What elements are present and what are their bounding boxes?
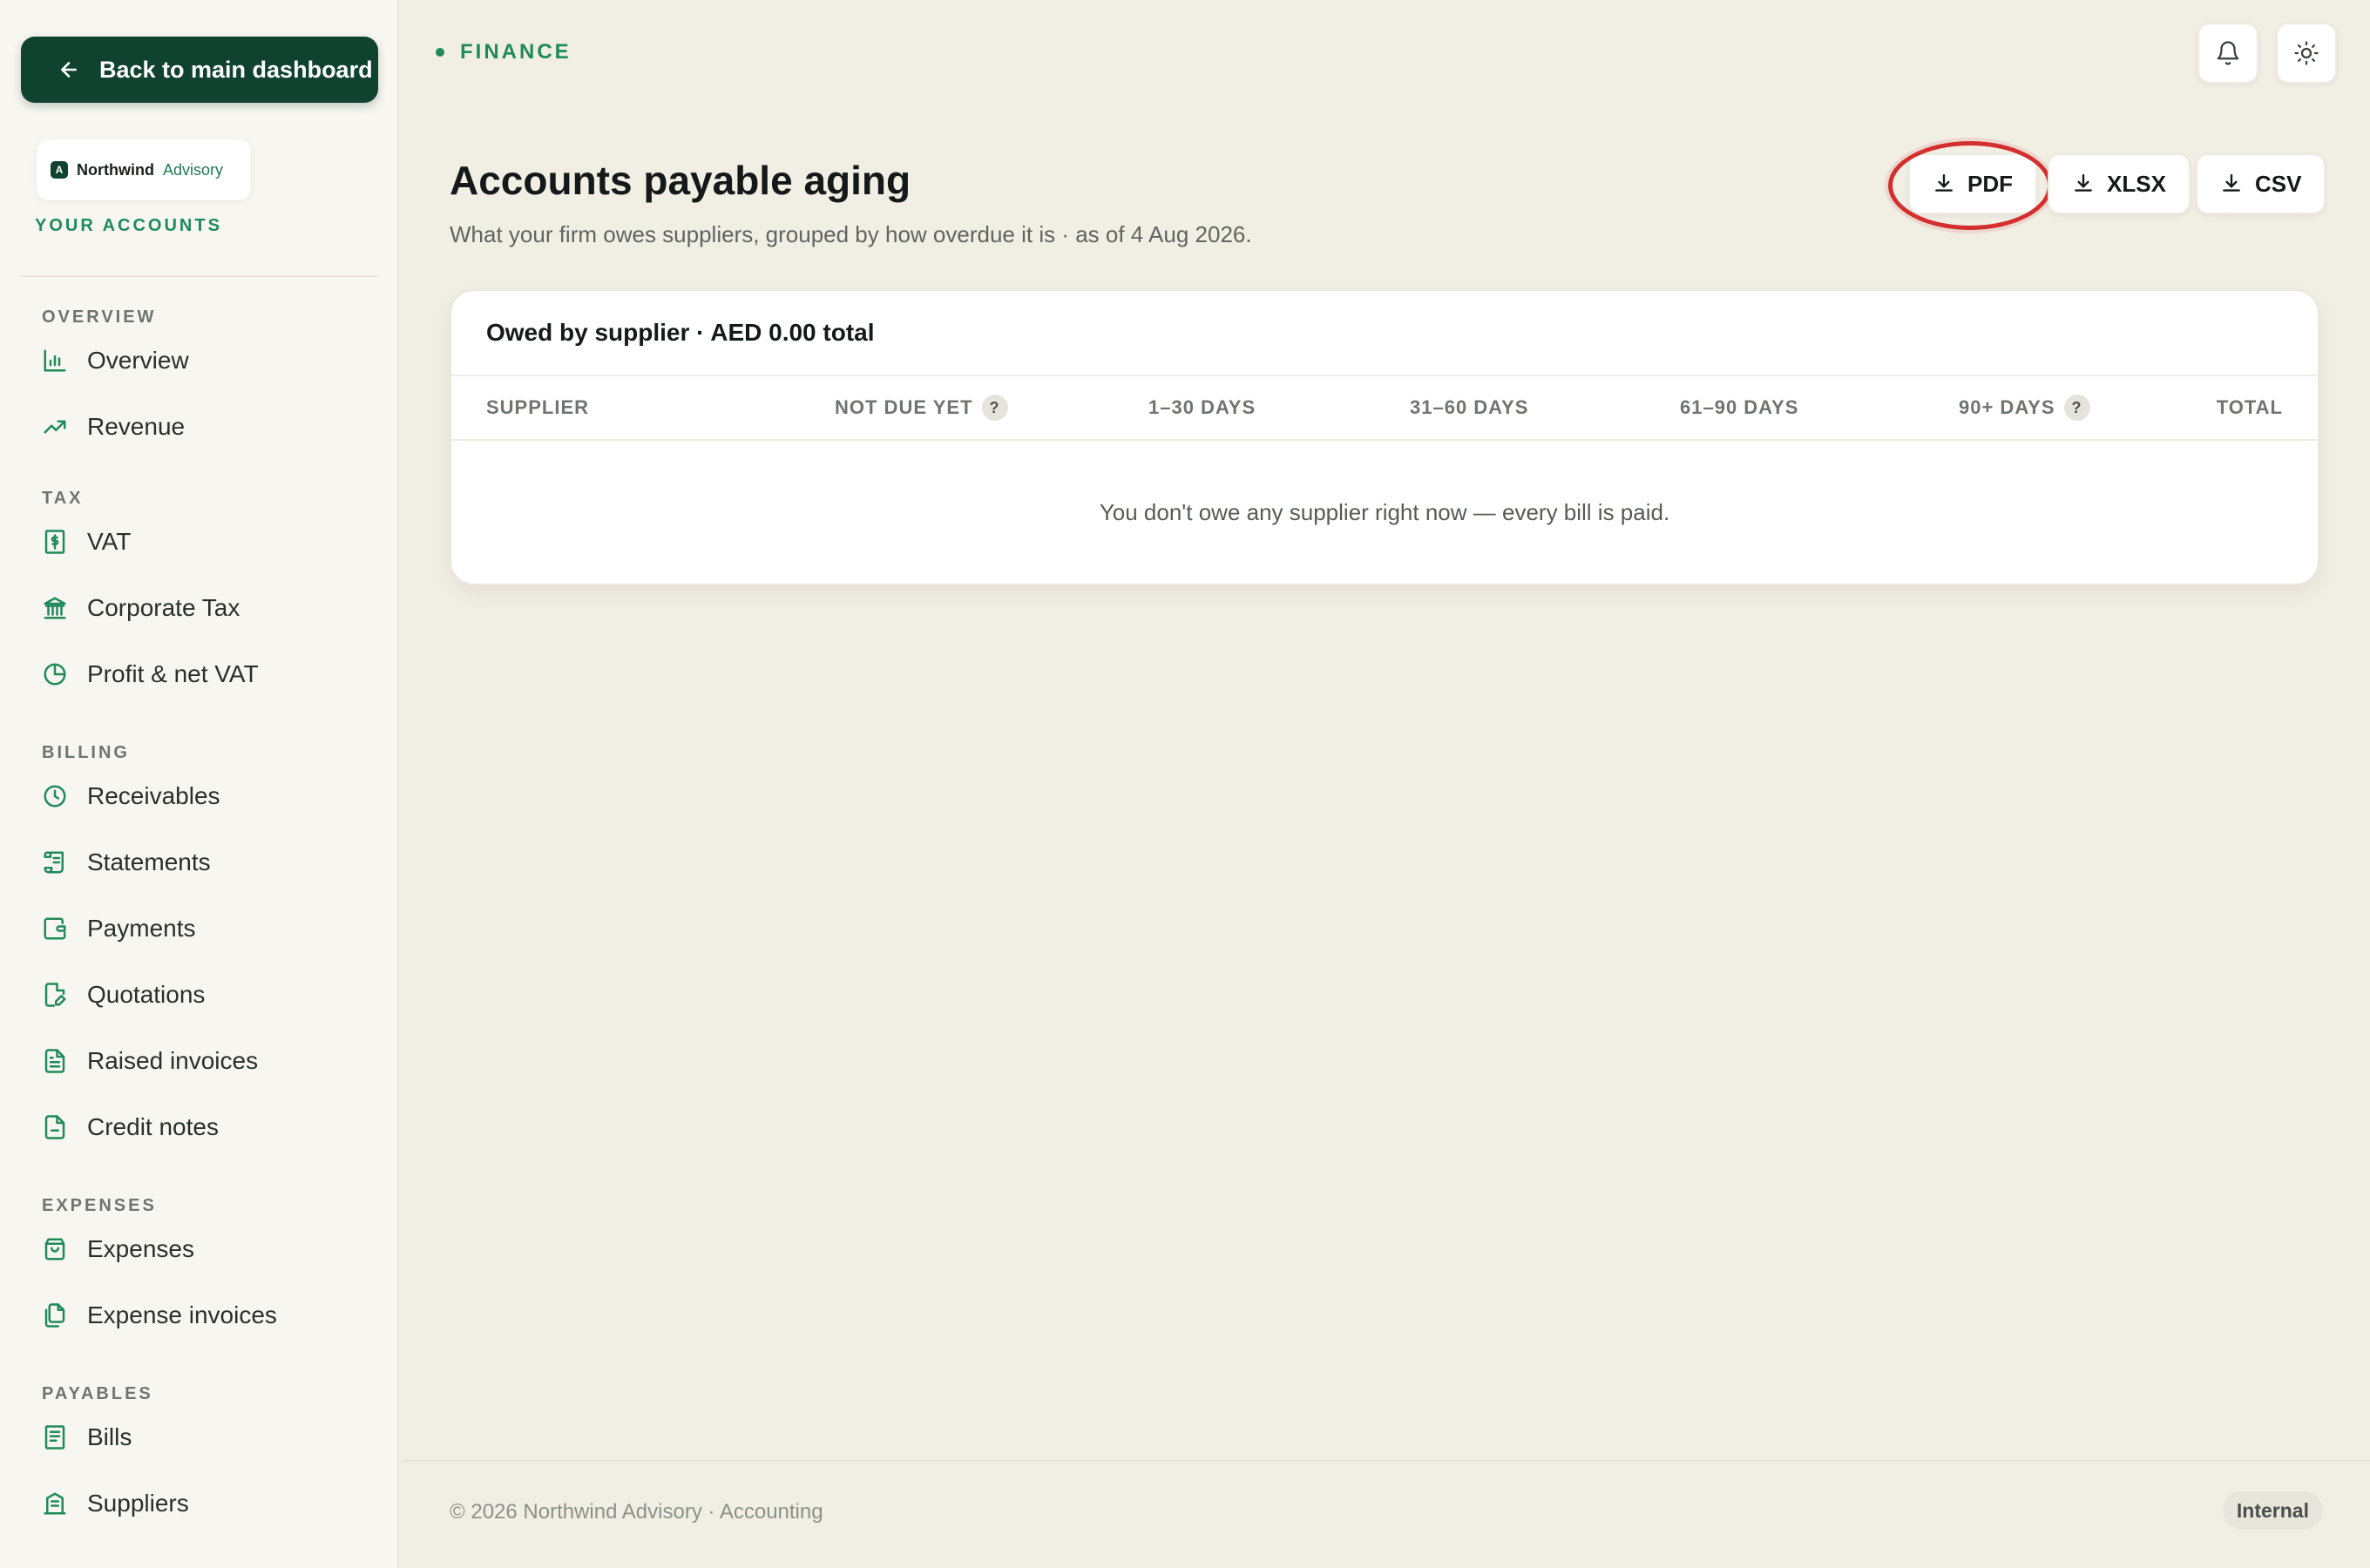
export-csv-button[interactable]: CSV (2196, 153, 2326, 214)
brand-sub: Advisory (162, 160, 224, 179)
sidebar-item-payments[interactable]: Payments (0, 896, 397, 962)
receipt-dollar-icon (44, 530, 65, 554)
sidebar-item-credit-notes[interactable]: Credit notes (0, 1094, 397, 1160)
download-icon (2223, 174, 2240, 192)
files-icon (44, 1303, 65, 1328)
scroll-icon (44, 851, 64, 874)
sidebar-divider (21, 275, 378, 277)
notifications-button[interactable] (2197, 23, 2258, 84)
sidebar-item-suppliers[interactable]: Suppliers (0, 1470, 397, 1537)
column-90-plus-days: 90+ DAYS ? (1959, 395, 2090, 421)
your-accounts-label: YOUR ACCOUNTS (35, 216, 222, 235)
sidebar-item-label: Expenses (87, 1235, 194, 1262)
column-label: NOT DUE YET (835, 396, 973, 418)
help-icon[interactable]: ? (981, 395, 1008, 421)
sidebar-item-quotations[interactable]: Quotations (0, 962, 397, 1028)
card-title: Owed by supplier · AED 0.00 total (451, 291, 2318, 376)
back-to-dashboard-button[interactable]: Back to main dashboard (21, 37, 378, 103)
column-supplier: SUPPLIER (486, 396, 590, 418)
column-not-due-yet: NOT DUE YET ? (835, 395, 1008, 421)
sidebar-item-receivables[interactable]: Receivables (0, 763, 397, 829)
export-xlsx-button[interactable]: XLSX (2048, 153, 2191, 214)
bar-chart-icon (44, 349, 66, 372)
breadcrumb-dot (436, 48, 444, 57)
shopping-bag-icon (44, 1238, 65, 1260)
sun-icon (2294, 41, 2319, 65)
sidebar-item-vat[interactable]: VAT (0, 509, 397, 575)
sidebar: Back to main dashboard A Northwind Advis… (0, 0, 399, 1568)
sidebar-nav: OVERVIEW Overview Revenue TAX VAT Corpor… (0, 296, 397, 1537)
sidebar-item-label: Corporate Tax (87, 594, 240, 621)
nav-section-payables: PAYABLES (42, 1384, 153, 1403)
page-title: Accounts payable aging (450, 158, 911, 203)
export-csv-label: CSV (2255, 170, 2302, 197)
pie-chart-icon (44, 663, 66, 686)
payables-aging-card: Owed by supplier · AED 0.00 total SUPPLI… (450, 289, 2319, 585)
nav-section-tax: TAX (42, 489, 84, 508)
sidebar-item-label: Receivables (87, 782, 220, 809)
export-xlsx-label: XLSX (2107, 170, 2166, 197)
sidebar-item-revenue[interactable]: Revenue (0, 394, 397, 460)
sidebar-item-label: Profit & net VAT (87, 660, 259, 687)
sidebar-item-profit-net-vat[interactable]: Profit & net VAT (0, 641, 397, 707)
theme-toggle-button[interactable] (2276, 23, 2337, 84)
pdf-highlight-annotation (1888, 141, 2052, 230)
sidebar-item-expense-invoices[interactable]: Expense invoices (0, 1282, 397, 1348)
column-1-30-days: 1–30 DAYS (1148, 396, 1256, 418)
nav-section-expenses: EXPENSES (42, 1196, 157, 1215)
bell-icon (2217, 41, 2239, 65)
building-icon (44, 1492, 66, 1515)
wallet-icon (44, 917, 66, 940)
internal-badge: Internal (2222, 1491, 2323, 1530)
sidebar-item-label: Revenue (87, 413, 186, 440)
sidebar-item-label: Bills (87, 1423, 132, 1450)
sidebar-item-raised-invoices[interactable]: Raised invoices (0, 1028, 397, 1094)
file-edit-icon (44, 983, 66, 1007)
sidebar-item-label: Statements (87, 848, 211, 875)
clock-icon (44, 785, 66, 808)
column-total: TOTAL (2216, 396, 2283, 418)
table-header: SUPPLIER NOT DUE YET ? 1–30 DAYS 31–60 D… (451, 376, 2318, 441)
sidebar-item-label: Overview (87, 347, 189, 374)
column-label: 90+ DAYS (1959, 396, 2055, 418)
bank-icon (44, 597, 66, 619)
download-icon (2075, 174, 2092, 192)
file-text-icon (44, 1049, 65, 1073)
breadcrumb: FINANCE (436, 40, 572, 64)
brand-name: Northwind (77, 160, 154, 179)
back-button-label: Back to main dashboard (99, 56, 373, 83)
brand-logo: A Northwind Advisory (37, 139, 251, 200)
sidebar-item-label: Payments (87, 915, 196, 942)
column-61-90-days: 61–90 DAYS (1680, 396, 1799, 418)
brand-mark: A (51, 161, 68, 179)
sidebar-item-overview[interactable]: Overview (0, 328, 397, 394)
nav-section-billing: BILLING (42, 743, 130, 762)
sidebar-item-label: VAT (87, 528, 132, 555)
receipt-icon (44, 1425, 65, 1450)
sidebar-item-statements[interactable]: Statements (0, 829, 397, 896)
sidebar-item-label: Raised invoices (87, 1047, 259, 1074)
sidebar-item-label: Credit notes (87, 1113, 219, 1140)
sidebar-item-label: Quotations (87, 981, 206, 1008)
nav-section-overview: OVERVIEW (42, 308, 157, 327)
sidebar-item-label: Expense invoices (87, 1301, 277, 1328)
footer-copyright: © 2026 Northwind Advisory · Accounting (450, 1500, 823, 1524)
file-icon (44, 1115, 65, 1139)
help-icon[interactable]: ? (2063, 395, 2090, 421)
arrow-left-icon (61, 62, 77, 78)
trending-up-icon (44, 420, 66, 434)
breadcrumb-label: FINANCE (460, 40, 572, 64)
sidebar-item-bills[interactable]: Bills (0, 1404, 397, 1470)
page-subtitle: What your firm owes suppliers, grouped b… (450, 221, 1252, 247)
sidebar-item-expenses[interactable]: Expenses (0, 1216, 397, 1282)
main-content: FINANCE Accounts payable aging What your… (401, 0, 2370, 1568)
empty-state-message: You don't owe any supplier right now — e… (1099, 498, 1670, 525)
sidebar-item-label: Suppliers (87, 1490, 189, 1517)
sidebar-item-corporate-tax[interactable]: Corporate Tax (0, 575, 397, 641)
footer: © 2026 Northwind Advisory · Accounting I… (401, 1460, 2370, 1568)
column-31-60-days: 31–60 DAYS (1410, 396, 1529, 418)
